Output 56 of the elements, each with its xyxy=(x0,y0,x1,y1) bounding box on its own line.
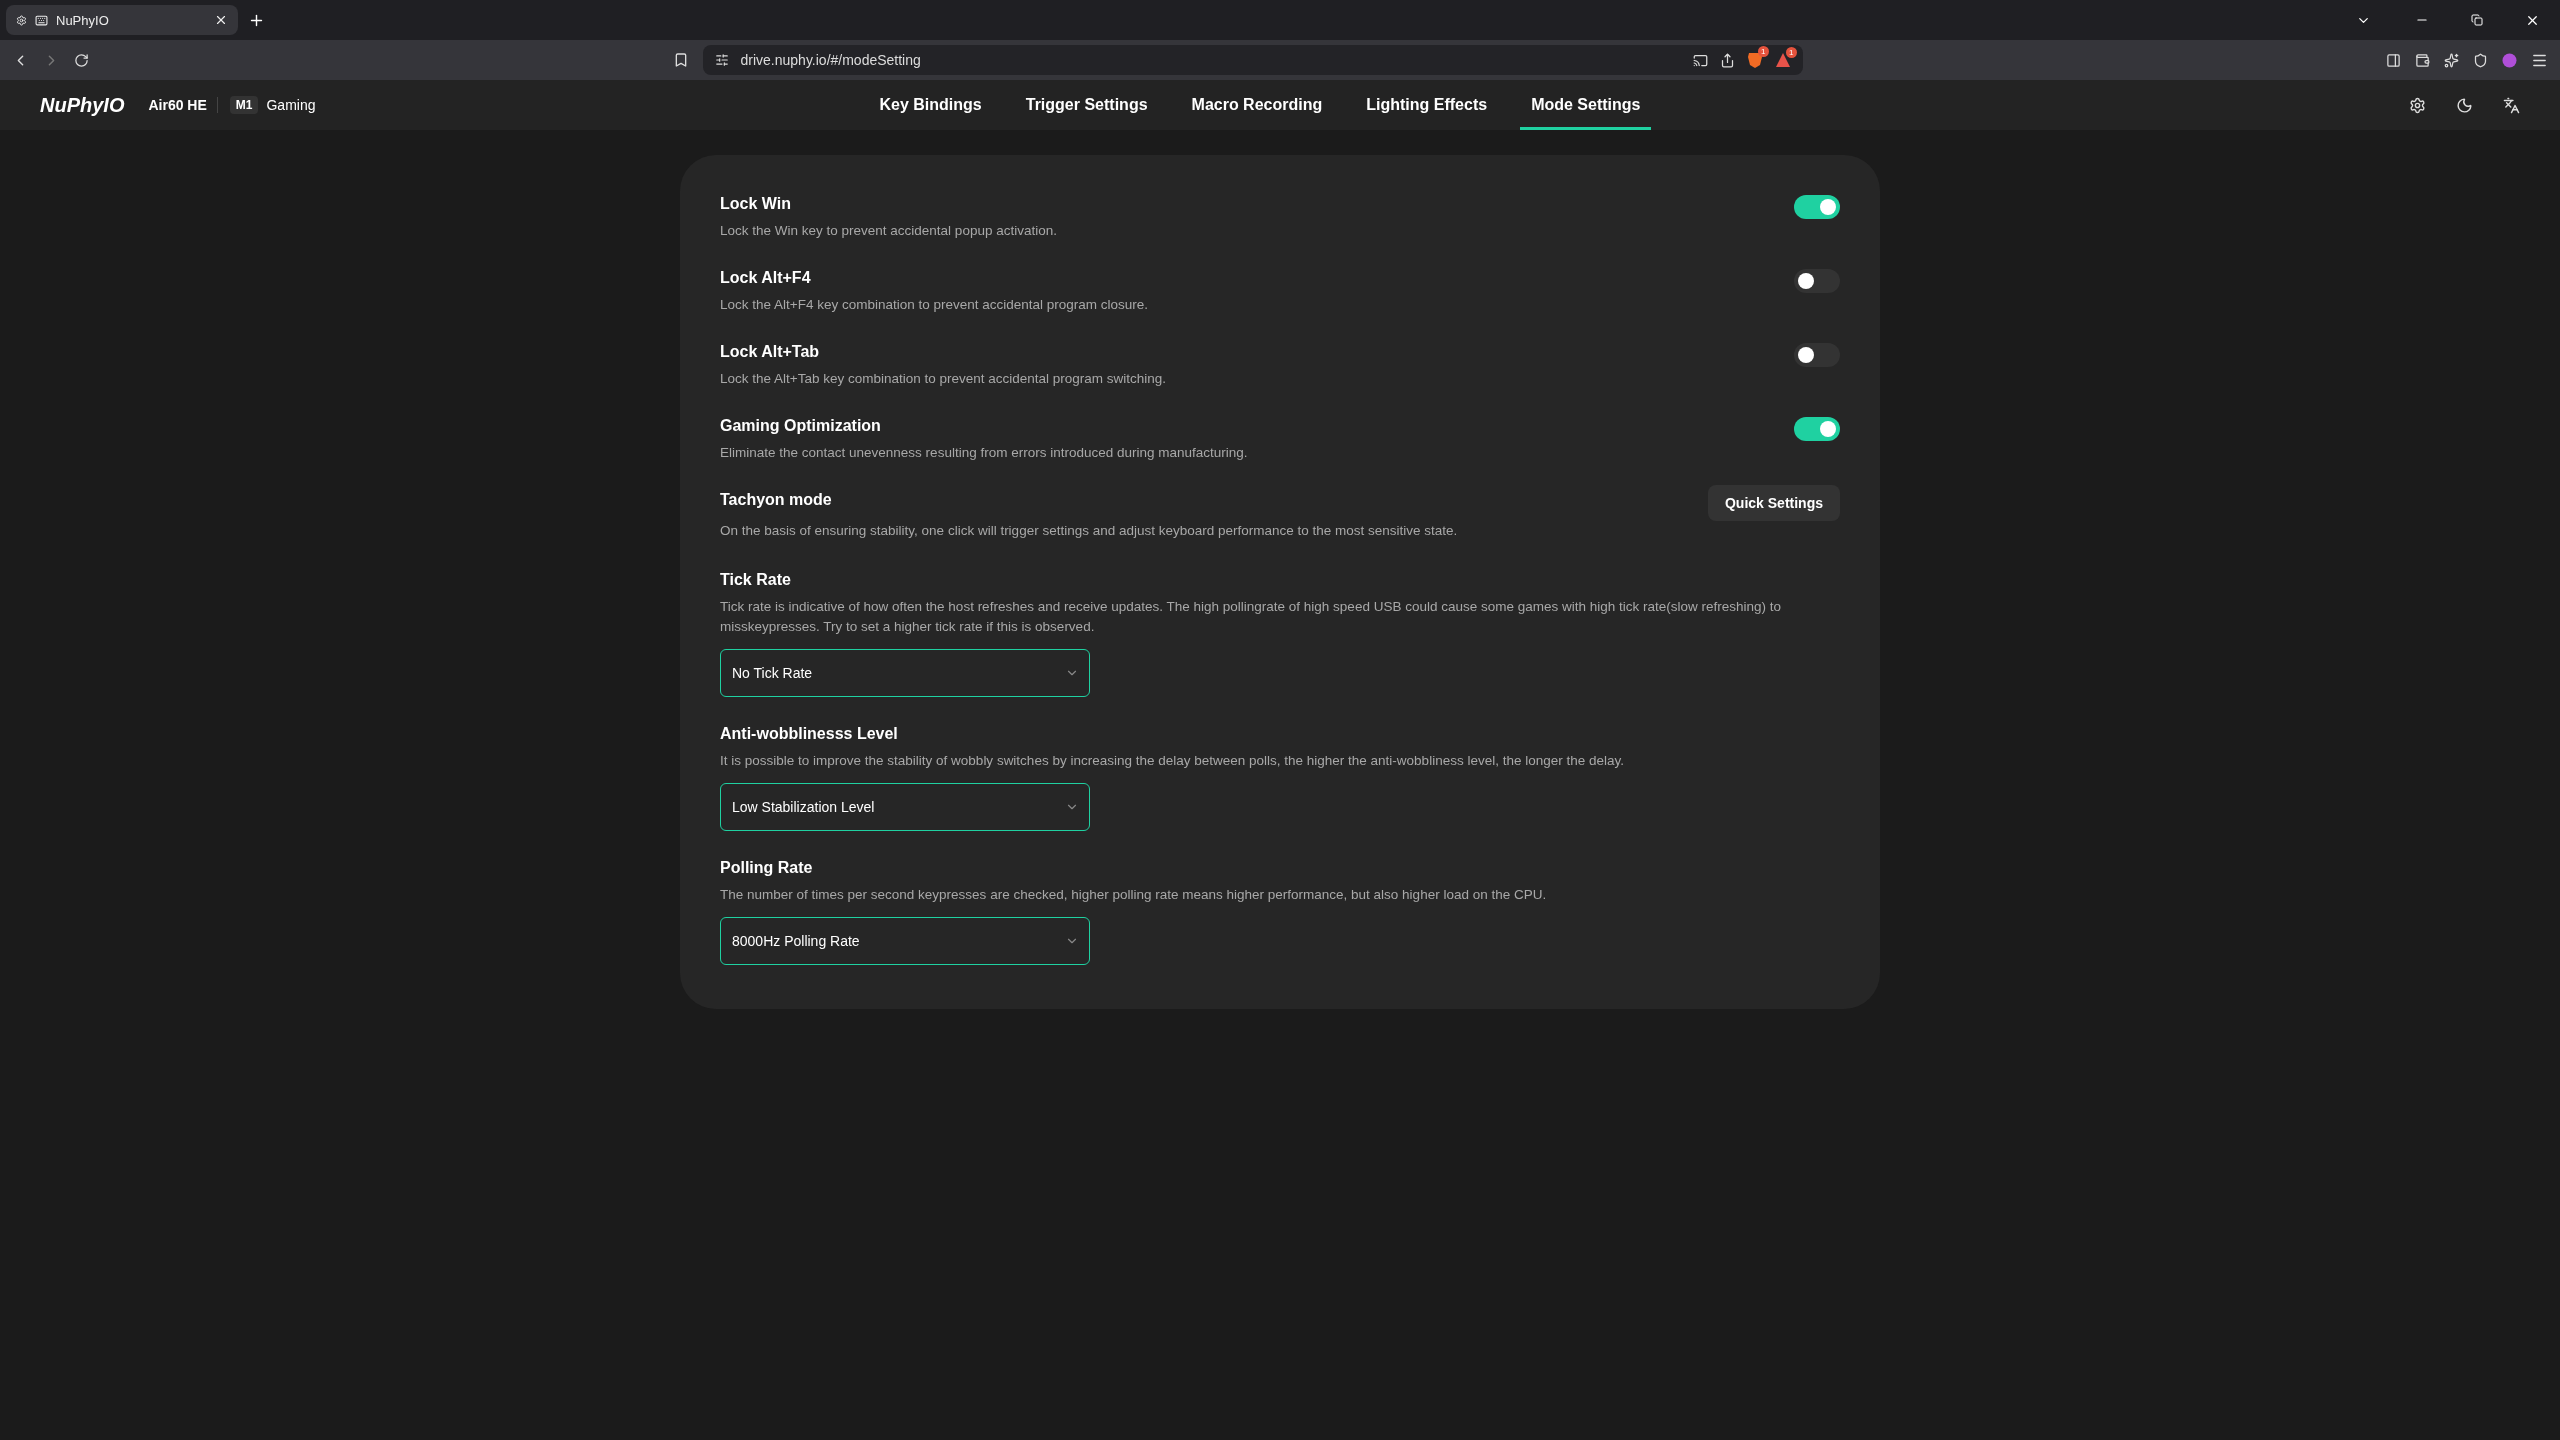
site-settings-icon[interactable] xyxy=(714,53,729,67)
wallet-icon[interactable] xyxy=(2415,52,2430,68)
toggle-switch[interactable] xyxy=(1794,195,1840,219)
count-badge: 1 xyxy=(1758,46,1769,57)
setting-title: Tick Rate xyxy=(720,571,792,589)
quick-settings-button[interactable]: Quick Settings xyxy=(1707,485,1840,521)
restore-icon[interactable] xyxy=(2471,14,2483,26)
setting-description: Lock the Alt+F4 key combination to prevent accidental program closure. xyxy=(720,296,1150,314)
setting-description: Tick rate is indicative of how often the host refreshes and receive updates. The high pollingrate of high speed USB could cause some games with high tick rate(slow refreshing) to misskeypresses. Try to set a higher tick rate if this is observed. xyxy=(720,598,1783,636)
setting-description: It is possible to improve the stability of wobbly switches by increasing the delay between polls, the higher the anti-wobbliness level, the longer the delay. xyxy=(720,752,1625,770)
count-badge: 1 xyxy=(1786,47,1797,58)
lion-shield-icon[interactable] xyxy=(1746,51,1763,69)
setting-description: The number of times per second keypresses are checked, higher polling rate means higher performance, but also higher load on the CPU. xyxy=(720,886,1548,904)
tab-title: NuPhyIO xyxy=(56,12,109,28)
setting-title: Gaming Optimization xyxy=(720,417,881,435)
reload-icon[interactable] xyxy=(74,52,89,68)
setting-title: Lock Alt+F4 xyxy=(720,269,811,287)
translate-icon[interactable] xyxy=(2503,96,2520,114)
nav-tab[interactable]: Key Bindings xyxy=(868,80,993,130)
browser-tab[interactable]: NuPhyIO xyxy=(6,5,238,35)
setting-description: Eliminate the contact unevenness resulting from errors introduced during manufacturing. xyxy=(720,444,1249,462)
cast-icon[interactable] xyxy=(1692,52,1708,68)
toggle-switch[interactable] xyxy=(1794,343,1840,367)
moon-icon[interactable] xyxy=(2456,96,2473,114)
mode-badge: M1 xyxy=(229,96,259,114)
address-bar[interactable]: drive.nuphy.io/#/modeSetting 1 1 xyxy=(702,45,1803,75)
setting-description: Lock the Win key to prevent accidental popup activation. xyxy=(720,222,1058,240)
setting-title: Tachyon mode xyxy=(720,491,832,509)
setting-description: On the basis of ensuring stability, one click will trigger settings and adjust keyboard performance to the most sensitive state. xyxy=(720,522,1459,540)
nav-tab[interactable]: Lighting Effects xyxy=(1355,80,1499,130)
nav-tab[interactable]: Macro Recording xyxy=(1180,80,1334,130)
dropdown-select[interactable]: 8000Hz Polling Rate xyxy=(720,917,1090,965)
setting-title: Lock Win xyxy=(720,195,791,213)
toggle-switch[interactable] xyxy=(1794,269,1840,293)
dropdown-select[interactable]: No Tick Rate xyxy=(720,649,1090,697)
logo: NuPhyIO xyxy=(40,93,125,117)
keyboard-icon xyxy=(35,13,48,27)
sparkle-icon[interactable] xyxy=(2444,52,2459,68)
mode-name: Gaming xyxy=(266,97,316,113)
nav-tab[interactable]: Trigger Settings xyxy=(1014,80,1159,130)
close-icon[interactable] xyxy=(214,13,228,27)
toggle-switch[interactable] xyxy=(1794,417,1840,441)
favicon-icon xyxy=(16,14,27,26)
shield-icon[interactable] xyxy=(2473,52,2488,68)
setting-description: Lock the Alt+Tab key combination to prevent accidental program switching. xyxy=(720,370,1168,388)
setting-title: Anti-wobblinesss Level xyxy=(720,725,899,743)
settings-icon[interactable] xyxy=(2409,96,2426,114)
dropdown-select[interactable]: Low Stabilization Level xyxy=(720,783,1090,831)
nav-tab[interactable]: Mode Settings xyxy=(1520,80,1652,130)
setting-title: Polling Rate xyxy=(720,859,814,877)
device-name: Air60 HE xyxy=(148,97,218,113)
setting-title: Lock Alt+Tab xyxy=(720,343,820,361)
url-text: drive.nuphy.io/#/modeSetting xyxy=(740,52,921,68)
triangle-icon[interactable] xyxy=(1774,52,1791,68)
sidebar-icon[interactable] xyxy=(2386,52,2401,68)
share-icon[interactable] xyxy=(1719,52,1735,68)
